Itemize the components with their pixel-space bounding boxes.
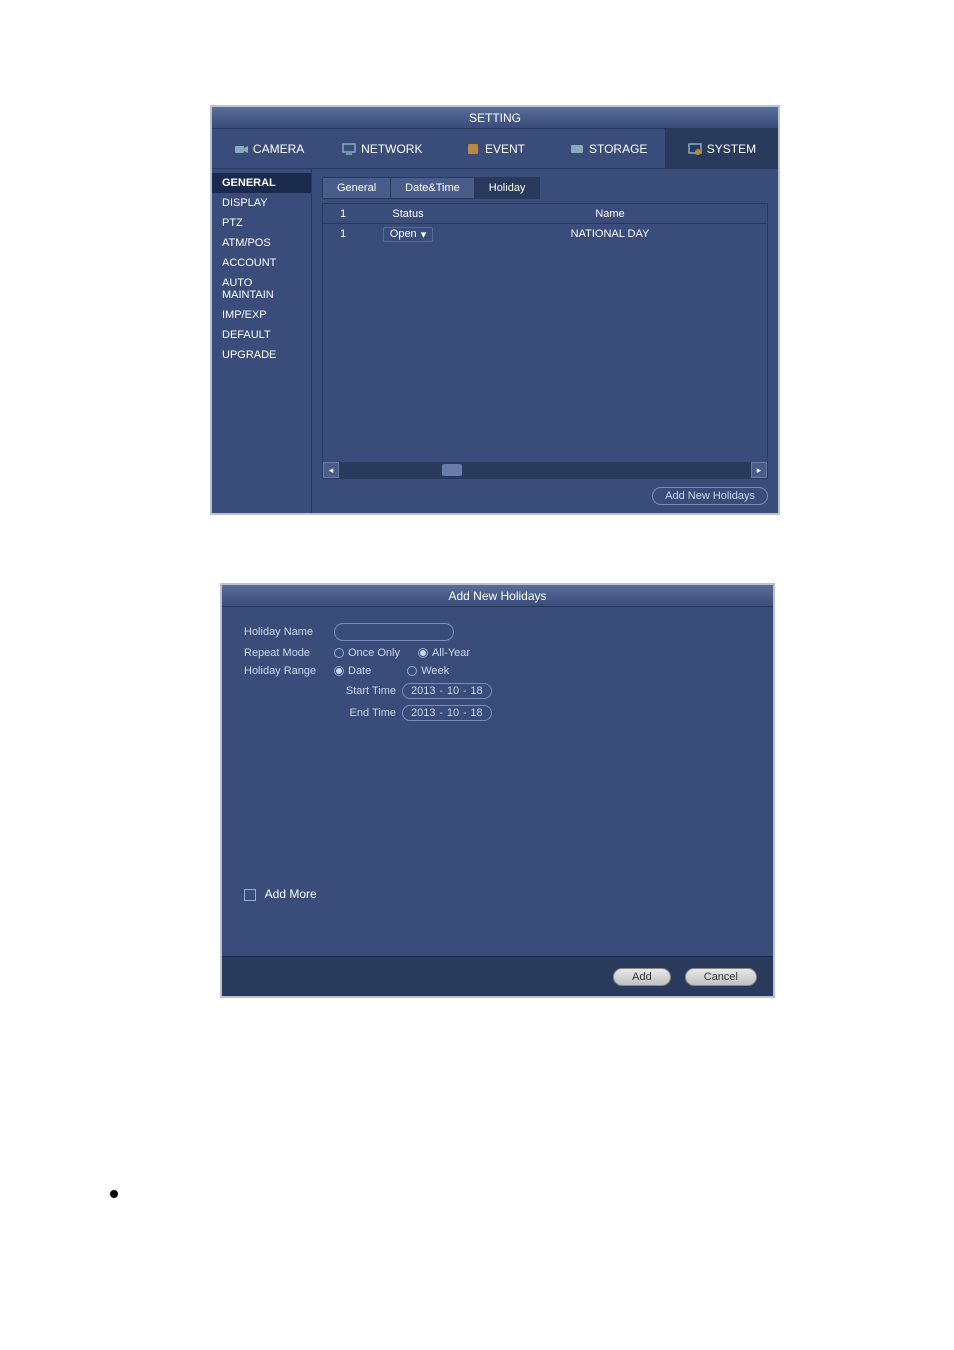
table-row[interactable]: 1 Open ▾ NATIONAL DAY bbox=[323, 224, 767, 244]
table-body: 1 Open ▾ NATIONAL DAY bbox=[323, 224, 767, 462]
radio-label: All-Year bbox=[432, 647, 470, 659]
scrollbar-track[interactable] bbox=[339, 462, 751, 478]
tab-network[interactable]: NETWORK bbox=[325, 129, 438, 168]
radio-once-only[interactable]: Once Only bbox=[334, 647, 400, 659]
radio-icon bbox=[334, 666, 344, 676]
start-time-label: Start Time bbox=[334, 685, 402, 697]
camera-icon bbox=[233, 141, 249, 157]
chevron-down-icon: ▾ bbox=[421, 228, 427, 241]
event-icon bbox=[465, 141, 481, 157]
tab-label: EVENT bbox=[485, 142, 525, 156]
holiday-table: 1 Status Name 1 Open ▾ NATIONAL DAY bbox=[322, 203, 768, 479]
header-count: 1 bbox=[323, 208, 363, 220]
end-time-input[interactable]: 2013 - 10 - 18 bbox=[402, 705, 492, 721]
chevron-right-icon: ▸ bbox=[757, 465, 762, 476]
add-holidays-window: Add New Holidays Holiday Name Repeat Mod… bbox=[220, 583, 775, 998]
holiday-name-input[interactable] bbox=[334, 623, 454, 641]
scrollbar-horizontal: ◂ ▸ bbox=[323, 462, 767, 478]
add-button[interactable]: Add bbox=[613, 968, 671, 986]
date-separator-icon: - bbox=[439, 708, 442, 719]
holiday-name-label: Holiday Name bbox=[244, 626, 334, 638]
storage-icon bbox=[569, 141, 585, 157]
network-icon bbox=[341, 141, 357, 157]
start-day: 18 bbox=[470, 685, 482, 697]
sidebar-item-account[interactable]: ACCOUNT bbox=[212, 253, 311, 273]
scrollbar-thumb[interactable] bbox=[442, 464, 462, 476]
cancel-button[interactable]: Cancel bbox=[685, 968, 757, 986]
sidebar-item-upgrade[interactable]: UPGRADE bbox=[212, 345, 311, 365]
table-header: 1 Status Name bbox=[323, 204, 767, 224]
main-tabs: CAMERA NETWORK EVENT STORAGE SYSTEM bbox=[212, 129, 778, 169]
status-dropdown[interactable]: Open ▾ bbox=[383, 227, 433, 242]
tab-camera[interactable]: CAMERA bbox=[212, 129, 325, 168]
start-month: 10 bbox=[447, 685, 459, 697]
radio-week[interactable]: Week bbox=[407, 665, 449, 677]
sidebar: GENERAL DISPLAY PTZ ATM/POS ACCOUNT AUTO… bbox=[212, 169, 312, 513]
row-index: 1 bbox=[323, 228, 363, 240]
dialog-footer: Add Cancel bbox=[222, 956, 773, 996]
end-day: 18 bbox=[470, 707, 482, 719]
scroll-left-button[interactable]: ◂ bbox=[323, 462, 339, 478]
date-separator-icon: - bbox=[439, 686, 442, 697]
sidebar-item-display[interactable]: DISPLAY bbox=[212, 193, 311, 213]
bullet-icon bbox=[110, 1190, 118, 1198]
sub-tabs: General Date&Time Holiday bbox=[322, 177, 768, 199]
radio-label: Date bbox=[348, 665, 371, 677]
scroll-right-button[interactable]: ▸ bbox=[751, 462, 767, 478]
row-status: Open ▾ bbox=[363, 227, 453, 242]
start-year: 2013 bbox=[411, 685, 435, 697]
sub-tab-datetime[interactable]: Date&Time bbox=[390, 177, 475, 199]
sidebar-item-auto-maintain[interactable]: AUTO MAINTAIN bbox=[212, 273, 311, 305]
sub-tab-general[interactable]: General bbox=[322, 177, 391, 199]
system-icon bbox=[687, 141, 703, 157]
end-year: 2013 bbox=[411, 707, 435, 719]
add-new-holidays-button[interactable]: Add New Holidays bbox=[652, 487, 768, 505]
radio-date[interactable]: Date bbox=[334, 665, 371, 677]
tab-label: STORAGE bbox=[589, 142, 647, 156]
end-time-label: End Time bbox=[334, 707, 402, 719]
radio-icon bbox=[418, 648, 428, 658]
status-value: Open bbox=[390, 228, 417, 240]
end-month: 10 bbox=[447, 707, 459, 719]
sidebar-item-ptz[interactable]: PTZ bbox=[212, 213, 311, 233]
tab-label: CAMERA bbox=[253, 142, 304, 156]
radio-icon bbox=[407, 666, 417, 676]
date-separator-icon: - bbox=[463, 708, 466, 719]
radio-label: Week bbox=[421, 665, 449, 677]
date-separator-icon: - bbox=[463, 686, 466, 697]
header-status: Status bbox=[363, 208, 453, 220]
radio-all-year[interactable]: All-Year bbox=[418, 647, 470, 659]
add-more-row[interactable]: Add More bbox=[244, 887, 317, 901]
window-title: SETTING bbox=[212, 107, 778, 129]
tab-system[interactable]: SYSTEM bbox=[665, 129, 778, 168]
sidebar-item-imp-exp[interactable]: IMP/EXP bbox=[212, 305, 311, 325]
sub-tab-holiday[interactable]: Holiday bbox=[474, 177, 541, 199]
row-name: NATIONAL DAY bbox=[453, 228, 767, 240]
sidebar-item-default[interactable]: DEFAULT bbox=[212, 325, 311, 345]
holiday-range-label: Holiday Range bbox=[244, 665, 334, 677]
add-more-checkbox[interactable] bbox=[244, 889, 256, 901]
tab-event[interactable]: EVENT bbox=[438, 129, 551, 168]
window-title: Add New Holidays bbox=[222, 585, 773, 607]
tab-label: SYSTEM bbox=[707, 142, 756, 156]
chevron-left-icon: ◂ bbox=[329, 465, 334, 476]
sidebar-item-atm-pos[interactable]: ATM/POS bbox=[212, 233, 311, 253]
add-more-label: Add More bbox=[265, 887, 317, 901]
radio-label: Once Only bbox=[348, 647, 400, 659]
tab-storage[interactable]: STORAGE bbox=[552, 129, 665, 168]
repeat-mode-label: Repeat Mode bbox=[244, 647, 334, 659]
setting-window: SETTING CAMERA NETWORK EVENT STORAGE SYS… bbox=[210, 105, 780, 515]
sidebar-item-general[interactable]: GENERAL bbox=[212, 173, 311, 193]
radio-icon bbox=[334, 648, 344, 658]
tab-label: NETWORK bbox=[361, 142, 422, 156]
header-name: Name bbox=[453, 208, 767, 220]
start-time-input[interactable]: 2013 - 10 - 18 bbox=[402, 683, 492, 699]
